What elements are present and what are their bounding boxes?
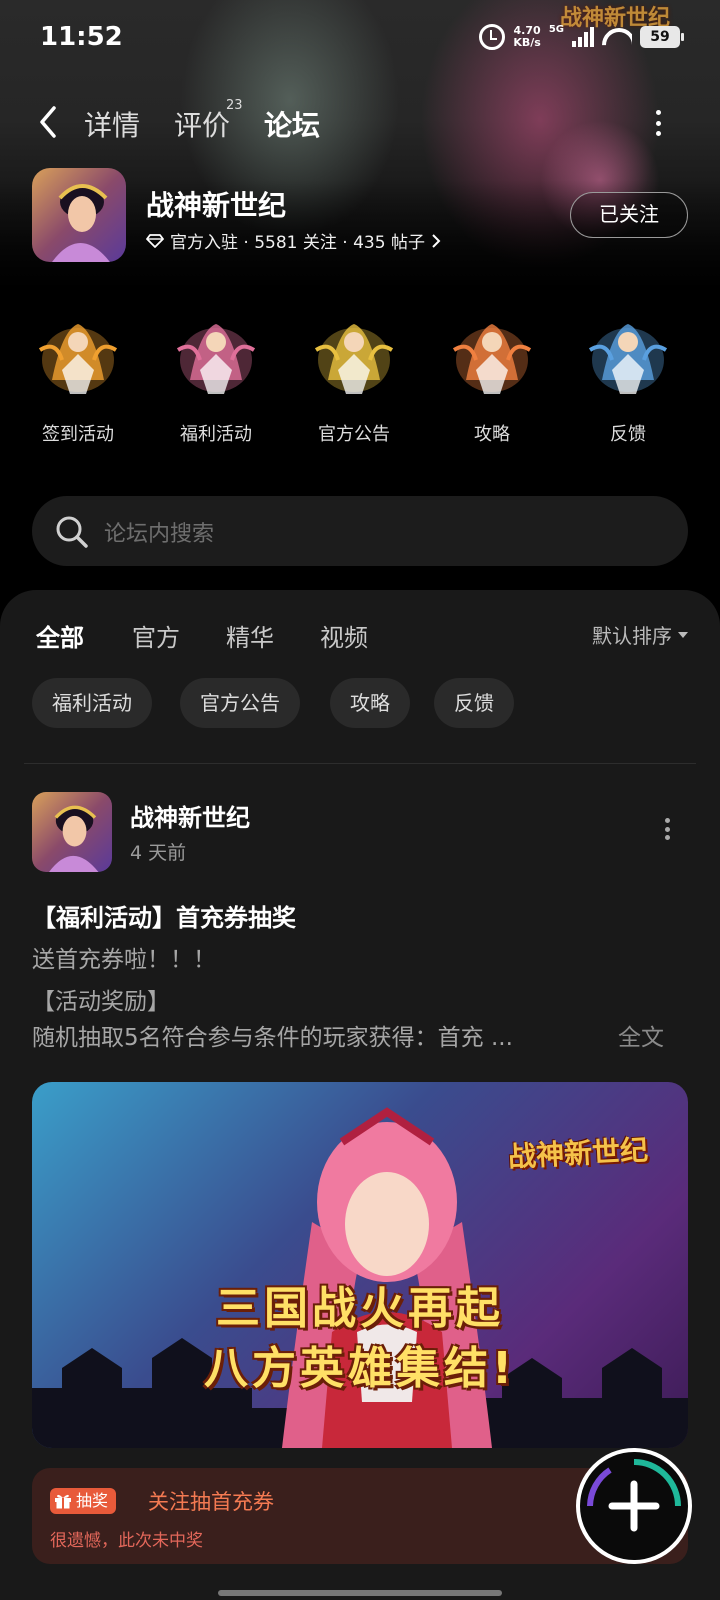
chip-welfare[interactable]: 福利活动	[32, 678, 152, 728]
post-author-name[interactable]: 战神新世纪	[130, 798, 250, 833]
status-icons: 4.70 KB/s 5G 59	[479, 23, 684, 50]
battery-icon: 59	[640, 26, 684, 48]
read-more-link[interactable]: 全文	[618, 1018, 664, 1052]
post-body-line: 【活动奖励】	[32, 989, 170, 1015]
more-options-icon[interactable]	[656, 110, 662, 136]
quick-entry-label: 攻略	[474, 424, 510, 445]
game-icon[interactable]	[32, 168, 126, 262]
status-time: 11:52	[40, 22, 123, 52]
caret-down-icon	[678, 631, 688, 638]
network-speed: 4.70 KB/s	[513, 24, 541, 49]
feed-tab-video[interactable]: 视频	[320, 618, 368, 653]
sort-dropdown[interactable]: 默认排序	[592, 620, 688, 649]
post-time: 4 天前	[130, 842, 187, 864]
chip-guide[interactable]: 攻略	[330, 678, 410, 728]
tab-details[interactable]: 详情	[84, 104, 140, 144]
wifi-icon	[602, 26, 632, 48]
quick-entry[interactable]: 反馈	[568, 310, 688, 446]
lottery-tag: 抽奖	[50, 1488, 117, 1514]
feed-panel: 全部 官方 精华 视频 默认排序 福利活动 官方公告 攻略 反馈 战神新世纪 4…	[0, 590, 720, 1600]
feed-tab-all[interactable]: 全部	[36, 618, 84, 653]
gift-icon	[55, 1494, 71, 1509]
status-bar: 11:52 4.70 KB/s 5G 59	[0, 0, 720, 80]
post-body-line: 随机抽取5名符合参与条件的玩家获得：首充 ...	[32, 1025, 513, 1051]
quick-entry-label: 反馈	[610, 424, 646, 445]
network-type: 5G	[548, 23, 564, 35]
post-banner-image[interactable]: 战神新世纪 三国战火再起 八方英雄集结!	[32, 1082, 688, 1448]
lottery-result: 很遗憾，此次未中奖	[50, 1531, 203, 1551]
quick-entry[interactable]: 签到活动	[18, 310, 138, 446]
follow-button[interactable]: 已关注	[570, 192, 688, 238]
post-body-line: 送首充券啦！！！	[32, 947, 216, 973]
post-title[interactable]: 【福利活动】首充券抽奖	[32, 898, 296, 933]
ice-dragon-hero-icon	[588, 324, 668, 394]
feed-tab-official[interactable]: 官方	[132, 618, 180, 653]
game-title: 战神新世纪	[146, 189, 287, 222]
plus-icon	[587, 1459, 681, 1532]
chevron-right-icon	[432, 233, 441, 248]
reviews-count-badge: 23	[226, 98, 243, 113]
quick-entry-label: 签到活动	[42, 424, 114, 445]
tab-reviews[interactable]: 评价	[174, 104, 230, 144]
dancer-hero-icon	[176, 324, 256, 394]
alarm-icon	[479, 24, 506, 50]
divider	[24, 763, 696, 764]
post-author-avatar[interactable]	[32, 792, 112, 872]
quick-entry-label: 官方公告	[318, 424, 390, 445]
chip-feedback[interactable]: 反馈	[434, 678, 514, 728]
quick-entry[interactable]: 福利活动	[156, 310, 276, 446]
banner-slogan-line1: 三国战火再起	[216, 1283, 504, 1334]
quick-entry[interactable]: 官方公告	[294, 310, 414, 446]
search-placeholder: 论坛内搜索	[104, 522, 215, 547]
banner-game-logo: 战神新世纪	[507, 1133, 649, 1174]
chip-announcement[interactable]: 官方公告	[180, 678, 300, 728]
signal-icon	[572, 27, 594, 47]
back-icon[interactable]	[36, 104, 60, 140]
post-more-icon[interactable]	[665, 818, 671, 840]
phoenix-hero-icon	[38, 324, 118, 394]
game-meta[interactable]: 官方入驻 · 5581 关注 · 435 帖子	[146, 228, 441, 253]
banner-slogan-line2: 八方英雄集结!	[203, 1343, 517, 1394]
lottery-title: 关注抽首充券	[148, 1490, 274, 1514]
home-indicator[interactable]	[218, 1590, 502, 1596]
official-diamond-icon	[146, 233, 164, 248]
forum-search-input[interactable]: 论坛内搜索	[32, 496, 688, 566]
create-post-button[interactable]	[580, 1452, 688, 1560]
search-icon	[56, 516, 88, 548]
quick-entry-label: 福利活动	[180, 424, 252, 445]
dragon-hero-icon	[314, 324, 394, 394]
tiger-hero-icon	[452, 324, 532, 394]
quick-entry[interactable]: 攻略	[432, 310, 552, 446]
feed-tab-featured[interactable]: 精华	[226, 618, 274, 653]
tab-forum[interactable]: 论坛	[264, 104, 321, 144]
